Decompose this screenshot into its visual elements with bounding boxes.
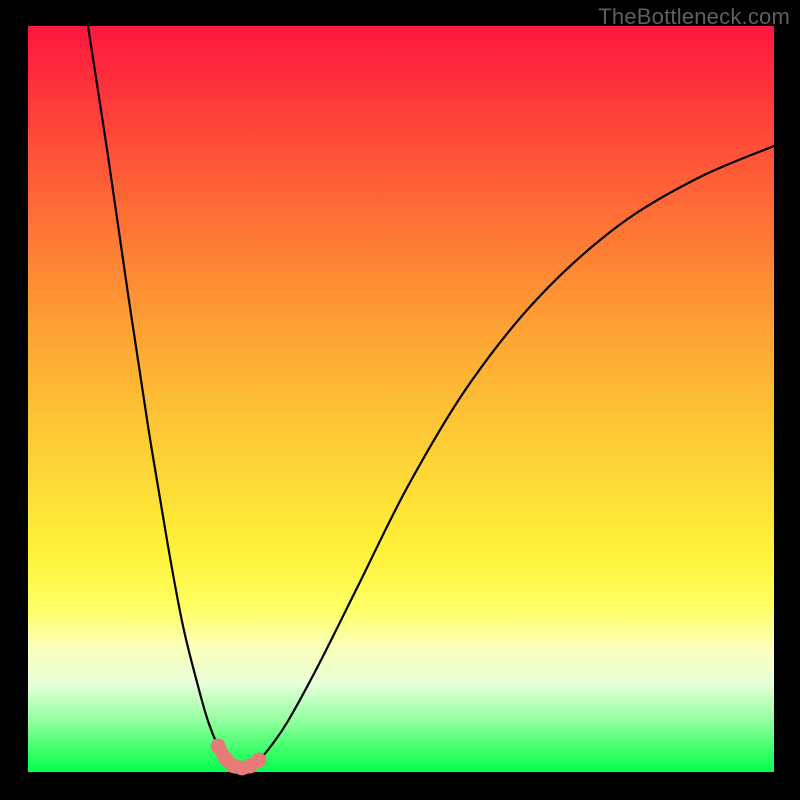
chart-svg bbox=[28, 26, 774, 772]
highlight-region bbox=[211, 739, 267, 776]
bottleneck-curve bbox=[88, 26, 774, 768]
chart-plot-area bbox=[28, 26, 774, 772]
highlight-segment bbox=[218, 746, 259, 768]
